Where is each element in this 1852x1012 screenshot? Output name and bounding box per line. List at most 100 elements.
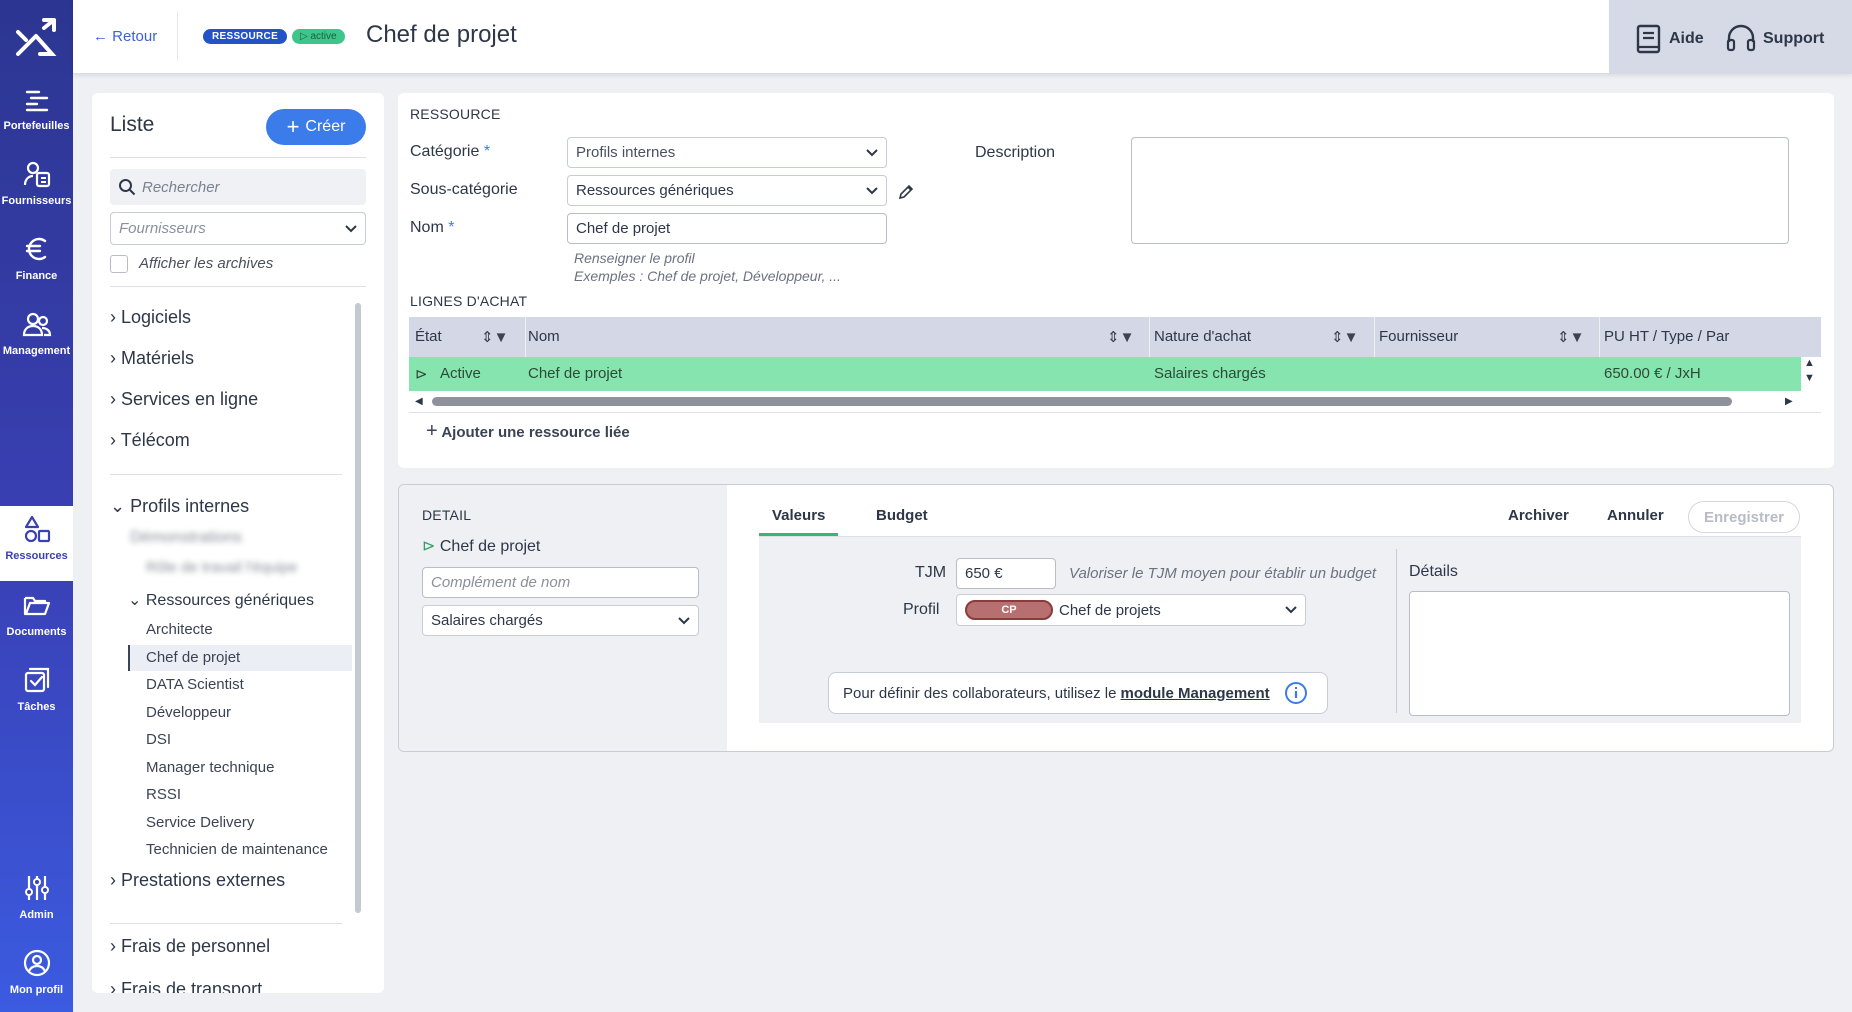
nav-label: Mon profil [9, 984, 64, 996]
tree-telecom[interactable]: › Télécom [110, 430, 190, 451]
chevron-down-icon [345, 224, 357, 232]
divider [110, 474, 342, 475]
info-text: Pour définir des collaborateurs, utilise… [843, 684, 1117, 702]
name-label: Nom * [410, 219, 454, 237]
management-module-link[interactable]: module Management [1120, 685, 1269, 702]
col-etat[interactable]: État [415, 328, 442, 345]
required-mark: * [448, 219, 455, 236]
tree-frais-de-transport[interactable]: › Frais de transport [110, 979, 262, 993]
tab-budget[interactable]: Budget [876, 507, 928, 524]
nav-mon-profil[interactable]: Mon profil [0, 948, 73, 1012]
scroll-left-arrow[interactable]: ◀ [415, 396, 423, 407]
description-textarea[interactable] [1131, 137, 1789, 244]
tree-materiels[interactable]: › Matériels [110, 348, 194, 369]
list-scrollbar[interactable] [355, 303, 361, 913]
nav-taches[interactable]: Tâches [0, 665, 73, 737]
tree-logiciels[interactable]: › Logiciels [110, 307, 191, 328]
sort-icon[interactable]: ⇕▼ [481, 328, 508, 346]
status-label: active [310, 31, 337, 42]
scroll-right-arrow[interactable]: ▶ [1785, 396, 1793, 407]
save-button[interactable]: Enregistrer [1688, 501, 1800, 533]
vertical-scroll-arrows[interactable]: ▲ ▼ [1804, 356, 1815, 386]
tree-item-developpeur[interactable]: Développeur [146, 704, 231, 721]
support-button[interactable]: Support [1725, 24, 1824, 54]
tjm-hint: Valoriser le TJM moyen pour établir un b… [1069, 565, 1377, 582]
detail-name-text: Chef de projet [439, 538, 541, 555]
tree-item-technicien-maintenance[interactable]: Technicien de maintenance [146, 841, 328, 858]
nature-select[interactable]: Salaires chargés [422, 605, 699, 636]
sort-icon[interactable]: ⇕▼ [1557, 328, 1584, 346]
management-info: Pour définir des collaborateurs, utilise… [828, 672, 1328, 714]
table-row[interactable]: ⊳ Active Chef de projet Salaires chargés… [409, 357, 1801, 391]
tjm-input[interactable]: 650 € [956, 558, 1056, 589]
details-textarea[interactable] [1409, 591, 1790, 716]
chevron-down-icon: ⌄ [110, 496, 126, 516]
help-button[interactable]: Aide [1635, 24, 1704, 54]
tree-label: Matériels [121, 348, 195, 368]
nav-portefeuilles[interactable]: Portefeuilles [0, 84, 73, 156]
nav-ressources[interactable]: Ressources [0, 506, 73, 581]
tree-item-chef-de-projet[interactable]: Chef de projet [146, 649, 240, 666]
tab-valeurs[interactable]: Valeurs [772, 507, 825, 524]
tree-item-rssi[interactable]: RSSI [146, 786, 181, 803]
info-icon[interactable] [1284, 681, 1308, 705]
create-button[interactable]: + Créer [266, 109, 366, 145]
tree-item-service-delivery[interactable]: Service Delivery [146, 814, 254, 831]
tree-blurred-item[interactable]: Rôle de travail l'équipe [146, 559, 297, 576]
archive-button[interactable]: Archiver [1508, 507, 1569, 524]
search-input[interactable]: Rechercher [110, 169, 366, 205]
tree-prestations-externes[interactable]: › Prestations externes [110, 870, 285, 891]
tree-label: Ressources génériques [145, 592, 314, 609]
nav-finance[interactable]: Finance [0, 234, 73, 306]
divider [110, 923, 342, 924]
name-complement-input[interactable]: Complément de nom [422, 567, 699, 598]
col-nom[interactable]: Nom [528, 328, 560, 345]
nav-fournisseurs[interactable]: Fournisseurs [0, 159, 73, 231]
logo-icon[interactable] [14, 18, 58, 58]
nav-management[interactable]: Management [0, 309, 73, 381]
nav-admin[interactable]: Admin [0, 873, 73, 945]
nav-label: Ressources [5, 550, 68, 562]
nav-label: Documents [6, 626, 67, 638]
euro-icon [25, 237, 46, 261]
list-title: Liste [110, 113, 155, 136]
col-nature[interactable]: Nature d'achat [1154, 328, 1251, 345]
supplier-filter-select[interactable]: Fournisseurs [110, 212, 366, 245]
play-circle-icon: ⊳ [415, 366, 428, 383]
main-nav: Portefeuilles Fournisseurs Finance Manag… [0, 0, 73, 1012]
subcategory-select[interactable]: Ressources génériques [567, 175, 887, 206]
tree-ressources-generiques[interactable]: ⌄ Ressources génériques [128, 590, 314, 610]
tree-item-dsi[interactable]: DSI [146, 731, 171, 748]
tree-blurred-group[interactable]: Démonstrations [130, 529, 242, 547]
chevron-right-icon: › [110, 348, 116, 368]
tjm-value: 650 € [965, 565, 1003, 582]
tree-item-architecte[interactable]: Architecte [146, 621, 213, 638]
tree-profils-internes[interactable]: ⌄ Profils internes [110, 496, 249, 517]
category-select[interactable]: Profils internes [567, 137, 887, 168]
sort-icon[interactable]: ⇕▼ [1331, 328, 1358, 346]
type-badge: RESSOURCE [203, 29, 288, 44]
sliders-icon [24, 876, 49, 900]
grid-horizontal-scrollbar[interactable] [432, 397, 1732, 406]
cancel-button[interactable]: Annuler [1607, 507, 1664, 524]
create-label: Créer [305, 118, 346, 135]
tree-item-data-scientist[interactable]: DATA Scientist [146, 676, 244, 693]
name-input[interactable]: Chef de projet [567, 213, 887, 244]
tree-services-en-ligne[interactable]: › Services en ligne [110, 389, 258, 410]
add-linked-resource-button[interactable]: + Ajouter une ressource liée [426, 420, 630, 443]
back-link[interactable]: ← Retour [93, 28, 157, 45]
nav-documents[interactable]: Documents [0, 590, 73, 662]
tree-item-manager-technique[interactable]: Manager technique [146, 759, 274, 776]
nav-label: Portefeuilles [3, 120, 70, 132]
sort-icon[interactable]: ⇕▼ [1107, 328, 1134, 346]
chevron-right-icon: › [110, 430, 116, 450]
col-divider [525, 317, 526, 357]
tree-label: Profils internes [130, 496, 250, 516]
pencil-icon[interactable] [898, 184, 914, 200]
col-fournisseur[interactable]: Fournisseur [1379, 328, 1458, 345]
archive-checkbox[interactable] [110, 255, 128, 273]
col-pu[interactable]: PU HT / Type / Par [1604, 328, 1729, 345]
nature-value: Salaires chargés [431, 612, 543, 629]
profile-select[interactable]: CP Chef de projets [956, 594, 1306, 626]
tree-frais-de-personnel[interactable]: › Frais de personnel [110, 936, 270, 957]
